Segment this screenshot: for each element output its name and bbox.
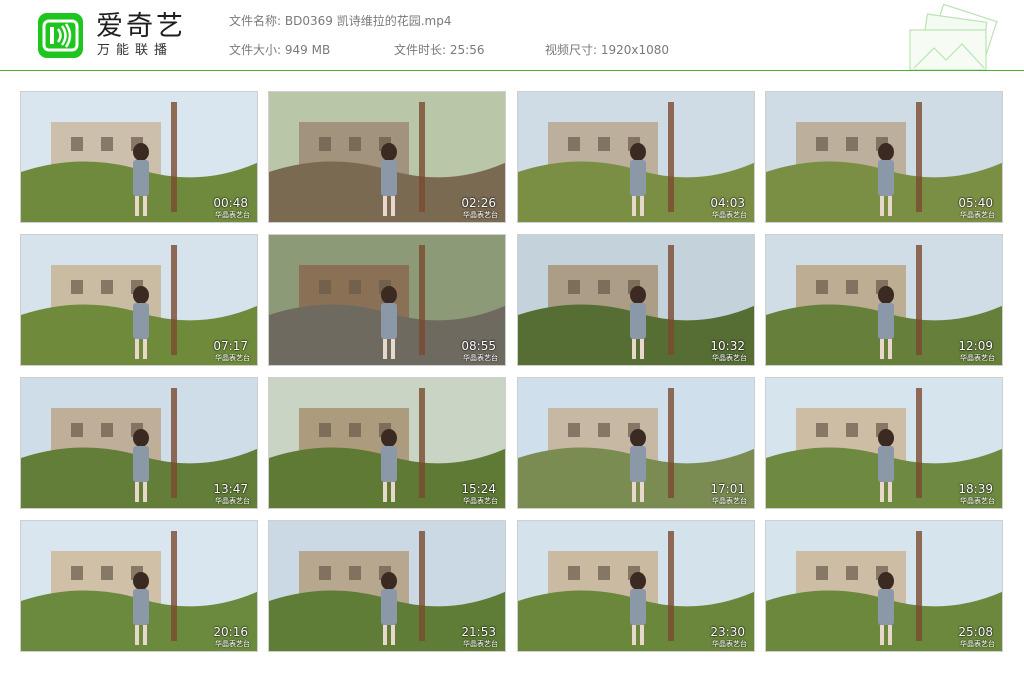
file-size-label: 文件大小: [229,43,282,57]
thumbnail-timestamp: 15:24 [461,482,496,496]
video-thumbnail[interactable]: 13:47 华晶表艺台 [20,377,258,509]
video-thumbnail[interactable]: 21:53 华晶表艺台 [268,520,506,652]
thumbnail-timestamp: 10:32 [710,339,745,353]
video-thumbnail[interactable]: 05:40 华晶表艺台 [765,91,1003,223]
thumbnail-timestamp: 25:08 [958,625,993,639]
watermark-label: 华晶表艺台 [463,497,498,505]
video-thumbnail[interactable]: 23:30 华晶表艺台 [517,520,755,652]
file-size-value: 949 MB [284,43,331,57]
thumbnail-timestamp: 00:48 [213,196,248,210]
header: 爱奇艺 万能联播 文件名称: BD0369 凯诗维拉的花园.mp4 文件大小: … [0,0,1024,71]
video-thumbnail[interactable]: 08:55 华晶表艺台 [268,234,506,366]
thumbnail-timestamp: 02:26 [461,196,496,210]
video-thumbnail[interactable]: 25:08 华晶表艺台 [765,520,1003,652]
thumbnail-timestamp: 17:01 [710,482,745,496]
watermark-label: 华晶表艺台 [960,497,995,505]
watermark-label: 华晶表艺台 [712,497,747,505]
resolution-value: 1920x1080 [600,43,670,57]
brand-slogan: 万能联播 [97,43,174,58]
thumbnail-timestamp: 04:03 [710,196,745,210]
video-thumbnail[interactable]: 17:01 华晶表艺台 [517,377,755,509]
file-name-info: 文件名称: BD0369 凯诗维拉的花园.mp4 [229,13,451,29]
duration-value: 25:56 [449,43,485,57]
thumbnail-timestamp: 23:30 [710,625,745,639]
video-thumbnail[interactable]: 04:03 华晶表艺台 [517,91,755,223]
thumbnail-timestamp: 18:39 [958,482,993,496]
thumbnail-timestamp: 12:09 [958,339,993,353]
video-thumbnail[interactable]: 02:26 华晶表艺台 [268,91,506,223]
thumbnail-timestamp: 21:53 [461,625,496,639]
duration-label: 文件时长: [394,43,447,57]
iqiyi-logo-icon [38,13,83,58]
video-thumbnail[interactable]: 18:39 华晶表艺台 [765,377,1003,509]
watermark-label: 华晶表艺台 [215,354,250,362]
watermark-label: 华晶表艺台 [960,640,995,648]
header-divider [0,70,1024,71]
file-size-info: 文件大小: 949 MB [229,42,330,58]
video-thumbnail[interactable]: 00:48 华晶表艺台 [20,91,258,223]
watermark-label: 华晶表艺台 [463,354,498,362]
watermark-label: 华晶表艺台 [215,211,250,219]
thumbnail-timestamp: 05:40 [958,196,993,210]
watermark-label: 华晶表艺台 [712,640,747,648]
watermark-label: 华晶表艺台 [712,211,747,219]
resolution-info: 视频尺寸: 1920x1080 [545,42,669,58]
thumbnail-timestamp: 08:55 [461,339,496,353]
duration-info: 文件时长: 25:56 [394,42,484,58]
watermark-label: 华晶表艺台 [215,497,250,505]
watermark-label: 华晶表艺台 [463,211,498,219]
file-name-label: 文件名称: [229,14,282,28]
file-name-value: BD0369 凯诗维拉的花园.mp4 [284,14,452,28]
thumbnail-timestamp: 20:16 [213,625,248,639]
thumbnail-timestamp: 13:47 [213,482,248,496]
video-thumbnail[interactable]: 15:24 华晶表艺台 [268,377,506,509]
brand-name: 爱奇艺 [96,11,186,42]
resolution-label: 视频尺寸: [545,43,598,57]
watermark-label: 华晶表艺台 [960,354,995,362]
video-thumbnail[interactable]: 12:09 华晶表艺台 [765,234,1003,366]
thumbnail-timestamp: 07:17 [213,339,248,353]
watermark-label: 华晶表艺台 [960,211,995,219]
video-thumbnail[interactable]: 07:17 华晶表艺台 [20,234,258,366]
watermark-label: 华晶表艺台 [463,640,498,648]
photo-frames-decoration-icon [909,4,998,70]
video-thumbnail[interactable]: 20:16 华晶表艺台 [20,520,258,652]
video-thumbnail[interactable]: 10:32 华晶表艺台 [517,234,755,366]
watermark-label: 华晶表艺台 [712,354,747,362]
watermark-label: 华晶表艺台 [215,640,250,648]
